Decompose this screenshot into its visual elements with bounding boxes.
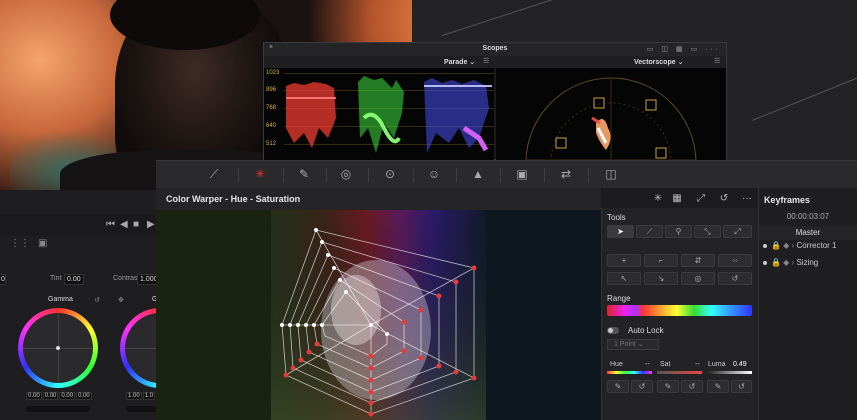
keyframes-master-track[interactable]: Master [759, 226, 857, 240]
tint-label: Tint [50, 275, 62, 282]
autolock-toggle[interactable] [607, 327, 619, 334]
select-tool-button[interactable]: ➤ [607, 225, 634, 238]
luma-value[interactable]: 0.49 [733, 361, 747, 368]
blur-icon[interactable]: ▲ [470, 166, 486, 182]
hue-label: Hue [610, 361, 623, 368]
contrast-value[interactable]: 1.000 [137, 274, 158, 285]
grid-mode-icon[interactable]: ▦ [670, 192, 684, 206]
tint-value[interactable]: 0.00 [64, 274, 84, 285]
hsl-sliders[interactable] [607, 371, 752, 374]
play-reverse-icon[interactable]: ◀ [120, 219, 128, 230]
hue-sat-mode-icon[interactable]: ✳ [651, 192, 665, 206]
invert-button[interactable]: ◦◦ [718, 254, 752, 267]
keyframes-panel: Keyframes 00:00:03:07 Master 🔒 ◆ › Corre… [758, 188, 857, 420]
keyframes-title: Keyframes [764, 195, 811, 205]
transport-controls: ⏮ ◀ ■ ▶ [0, 215, 158, 235]
gamma-master-slider[interactable] [26, 406, 90, 412]
magic-mask-icon[interactable]: ☺ [426, 166, 442, 182]
expand-tool-button[interactable]: ⤢ [723, 225, 752, 238]
hue-value[interactable]: -- [645, 361, 650, 368]
parade-select[interactable]: Parade ⌄ [444, 58, 475, 66]
sat-label: Sat [660, 361, 671, 368]
qualifier-icon[interactable]: ✎ [296, 166, 312, 182]
hue-reset-button[interactable]: ↺ [631, 380, 653, 393]
more-icon[interactable]: ··· [740, 192, 754, 206]
range-heading: Range [607, 294, 631, 303]
expand-icon[interactable]: ⤢ [694, 192, 708, 206]
layout-buttons[interactable]: ▭ ◫ ▦ ▭ ··· [647, 45, 721, 53]
tools-reset-button[interactable]: ↺ [718, 272, 752, 285]
play-icon[interactable]: ▶ [147, 219, 155, 230]
sat-reset-button[interactable]: ↺ [681, 380, 703, 393]
first-value[interactable]: 0 [0, 274, 6, 285]
add-point-button[interactable]: + [607, 254, 641, 267]
gamma-reset-icon[interactable]: ↺ [94, 296, 100, 304]
gamma-label: Gamma [48, 296, 73, 303]
3d-icon[interactable]: ◫ [603, 166, 619, 182]
warper-title: Color Warper - Hue - Saturation [166, 194, 301, 204]
key-icon[interactable]: ▣ [514, 166, 530, 182]
collapse-tool-button[interactable]: ⤡ [694, 225, 721, 238]
vectorscope [496, 68, 726, 160]
center-button[interactable]: ◎ [681, 272, 715, 285]
luma-reset-button[interactable]: ↺ [731, 380, 752, 393]
tracker-icon[interactable]: ⊙ [382, 166, 398, 182]
still-icon[interactable]: ▣ [38, 238, 47, 249]
point-select[interactable]: 1 Point ⌄ [607, 339, 659, 350]
move-point-button[interactable]: ↖ [607, 272, 641, 285]
color-warper-panel: Color Warper - Hue - Saturation ✳ ▦ ⤢ ↺ … [156, 188, 752, 420]
brush-tool-button[interactable]: ⟋ [636, 225, 663, 238]
keyframe-row-label: Sizing [796, 258, 819, 267]
parade-scope: 1023 896 768 640 512 [264, 68, 494, 160]
gain-master-slider[interactable] [126, 406, 158, 412]
tools-heading: Tools [607, 213, 626, 222]
picker-icon[interactable]: ✥ [118, 296, 124, 304]
primary-params: 0 Tint 0.00 Contrast 1.000 [0, 274, 158, 288]
keyframe-row-label: Corrector 1 [796, 241, 837, 250]
parade-settings-icon[interactable]: ☰ [483, 57, 489, 65]
window-icon[interactable]: ◎ [338, 166, 354, 182]
hue-pen-button[interactable]: ✎ [607, 380, 629, 393]
column-button[interactable]: ⌐ [644, 254, 678, 267]
keyframes-timecode: 00:00:03:07 [786, 212, 830, 221]
stop-icon[interactable]: ■ [133, 219, 139, 230]
keyframe-row[interactable]: 🔒 ◆ › Corrector 1 [763, 241, 836, 250]
warper-tools-panel: Tools ➤ ⟋ ⚲ ⤡ ⤢ + ⌐ ⇵ ◦◦ ↖ ↘ ◎ ↺ Range A… [601, 208, 758, 420]
keyframe-row[interactable]: 🔒 ◆ › Sizing [763, 258, 818, 267]
gain-values: 1.00 1.0 [126, 392, 156, 400]
color-warper-icon[interactable]: ✳ [252, 166, 268, 182]
node-icon[interactable]: ⋮⋮ [10, 238, 30, 249]
autolock-label: Auto Lock [628, 326, 664, 335]
sizing-icon[interactable]: ⇄ [558, 166, 574, 182]
vectorscope-select[interactable]: Vectorscope ⌄ [634, 58, 683, 66]
panel-icons: ⋮⋮ ▣ [0, 236, 158, 254]
sat-pen-button[interactable]: ✎ [657, 380, 679, 393]
sat-value[interactable]: -- [695, 361, 700, 368]
range-bar[interactable] [607, 305, 752, 316]
skip-back-icon[interactable]: ⏮ [106, 219, 115, 230]
warp-grid-canvas[interactable] [156, 210, 601, 420]
contrast-label: Contrast [113, 275, 140, 282]
pin-tool-button[interactable]: ⚲ [665, 225, 692, 238]
luma-label: Luma [708, 361, 726, 368]
gamma-values: 0.00 0.00 0.00 0.00 [26, 392, 92, 400]
smooth-button[interactable]: ↘ [644, 272, 678, 285]
palette-toolbar: ⟋ ✳ ✎ ◎ ⊙ ☺ ▲ ▣ ⇄ ◫ [156, 160, 857, 188]
vectorscope-settings-icon[interactable]: ☰ [714, 57, 720, 65]
gamma-wheel[interactable] [18, 308, 98, 388]
convert-button[interactable]: ⇵ [681, 254, 715, 267]
scopes-window: × Scopes ▭ ◫ ▦ ▭ ··· Parade ⌄ ☰ Vectorsc… [263, 42, 727, 160]
luma-pen-button[interactable]: ✎ [707, 380, 729, 393]
reset-icon[interactable]: ↺ [717, 192, 731, 206]
curves-icon[interactable]: ⟋ [206, 166, 222, 182]
